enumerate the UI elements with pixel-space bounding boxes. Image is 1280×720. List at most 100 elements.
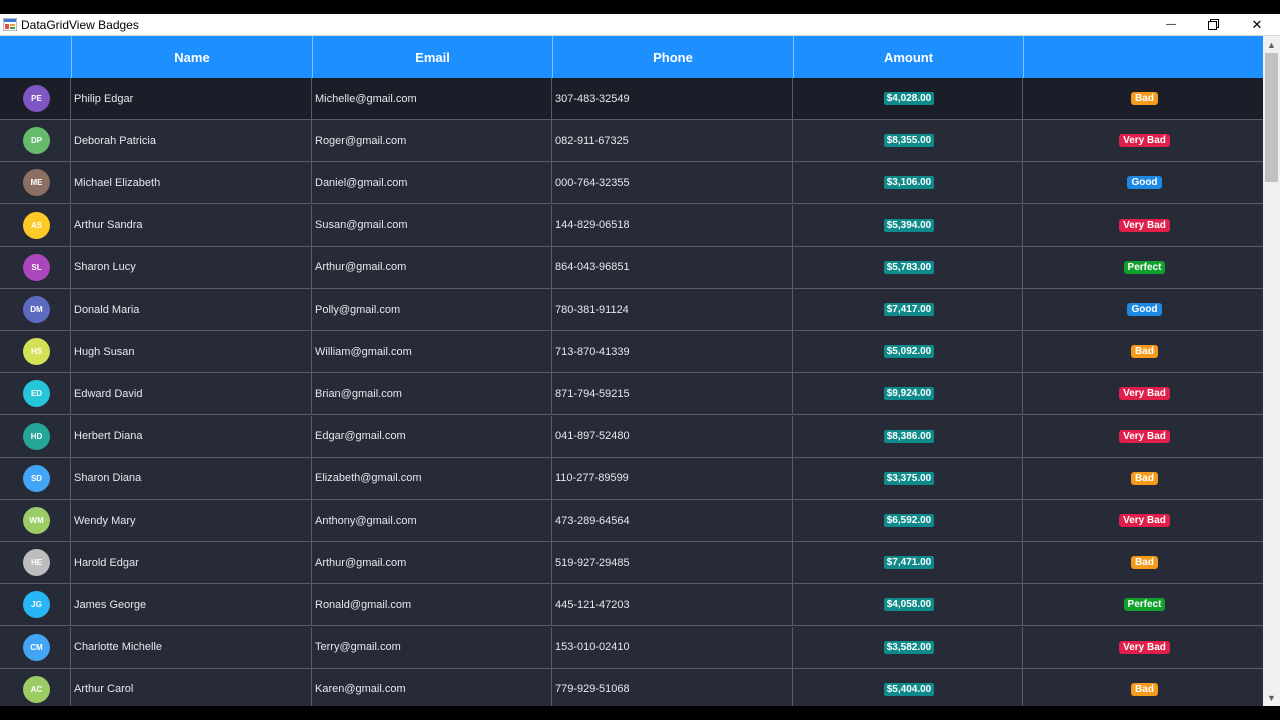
phone-cell[interactable]: 473-289-64564 (552, 500, 793, 541)
avatar-cell[interactable]: PE (0, 78, 71, 119)
phone-cell[interactable]: 780-381-91124 (552, 289, 793, 330)
name-cell[interactable]: Arthur Carol (71, 668, 312, 706)
amount-cell[interactable]: $9,924.00 (793, 373, 1023, 415)
table-row[interactable]: AC Arthur Carol Karen@gmail.com 779-929-510… (0, 668, 1263, 706)
scroll-down-button[interactable]: ▼ (1263, 689, 1280, 706)
email-cell[interactable]: William@gmail.com (312, 331, 552, 373)
table-row[interactable]: SD Sharon Diana Elizabeth@gmail.com 110-277… (0, 457, 1263, 500)
name-cell[interactable]: Donald Maria (71, 289, 312, 330)
amount-cell[interactable]: $5,394.00 (793, 204, 1023, 246)
status-cell[interactable]: Perfect (1023, 247, 1263, 288)
phone-cell[interactable]: 307-483-32549 (552, 78, 793, 119)
column-header-email[interactable]: Email (312, 36, 552, 78)
email-cell[interactable]: Ronald@gmail.com (312, 584, 552, 626)
email-cell[interactable]: Daniel@gmail.com (312, 162, 552, 204)
amount-cell[interactable]: $3,582.00 (793, 626, 1023, 668)
close-button[interactable]: ✕ (1236, 14, 1278, 35)
status-cell[interactable]: Very Bad (1023, 416, 1263, 457)
amount-cell[interactable]: $3,106.00 (793, 162, 1023, 204)
name-cell[interactable]: Philip Edgar (71, 78, 312, 119)
table-row[interactable]: SL Sharon Lucy Arthur@gmail.com 864-043-968… (0, 246, 1263, 289)
phone-cell[interactable]: 519-927-29485 (552, 542, 793, 584)
email-cell[interactable]: Arthur@gmail.com (312, 246, 552, 288)
avatar-cell[interactable]: WM (0, 500, 71, 541)
table-row[interactable]: HD Herbert Diana Edgar@gmail.com 041-897-52… (0, 415, 1263, 458)
column-header-amount[interactable]: Amount (793, 36, 1023, 78)
email-cell[interactable]: Edgar@gmail.com (312, 415, 552, 457)
amount-cell[interactable]: $4,028.00 (793, 78, 1023, 119)
phone-cell[interactable]: 871-794-59215 (552, 373, 793, 415)
phone-cell[interactable]: 864-043-96851 (552, 246, 793, 288)
email-cell[interactable]: Arthur@gmail.com (312, 542, 552, 584)
table-row[interactable]: DP Deborah Patricia Roger@gmail.com 082-911… (0, 120, 1263, 163)
table-row[interactable]: WM Wendy Mary Anthony@gmail.com 473-289-645… (0, 500, 1263, 542)
vertical-scrollbar[interactable]: ▲ ▼ (1263, 36, 1280, 706)
table-row[interactable]: ED Edward David Brian@gmail.com 871-794-592… (0, 373, 1263, 416)
amount-cell[interactable]: $7,417.00 (793, 289, 1023, 330)
amount-cell[interactable]: $5,092.00 (793, 331, 1023, 373)
avatar-cell[interactable]: DP (0, 120, 71, 162)
table-row[interactable]: HS Hugh Susan William@gmail.com 713-870-413… (0, 331, 1263, 374)
amount-cell[interactable]: $5,783.00 (793, 246, 1023, 288)
restore-button[interactable] (1192, 14, 1234, 35)
phone-cell[interactable]: 445-121-47203 (552, 584, 793, 626)
email-cell[interactable]: Susan@gmail.com (312, 204, 552, 246)
avatar-cell[interactable]: HS (0, 331, 71, 373)
name-cell[interactable]: Michael Elizabeth (71, 162, 312, 204)
amount-cell[interactable]: $3,375.00 (793, 457, 1023, 499)
minimize-button[interactable]: — (1150, 14, 1192, 35)
avatar-cell[interactable]: AC (0, 668, 71, 706)
status-cell[interactable]: Bad (1023, 669, 1263, 706)
name-cell[interactable]: Deborah Patricia (71, 120, 312, 162)
amount-cell[interactable]: $5,404.00 (793, 668, 1023, 706)
data-grid[interactable]: Name Email Phone Amount PE Philip Edgar Mi… (0, 36, 1263, 706)
avatar-cell[interactable]: SD (0, 457, 71, 499)
table-row[interactable]: DM Donald Maria Polly@gmail.com 780-381-911… (0, 289, 1263, 331)
email-cell[interactable]: Karen@gmail.com (312, 668, 552, 706)
name-cell[interactable]: Sharon Diana (71, 457, 312, 499)
name-cell[interactable]: Sharon Lucy (71, 246, 312, 288)
status-cell[interactable]: Bad (1023, 542, 1263, 583)
table-row[interactable]: CM Charlotte Michelle Terry@gmail.com 153-0… (0, 626, 1263, 669)
phone-cell[interactable]: 144-829-06518 (552, 204, 793, 246)
status-cell[interactable]: Very Bad (1023, 120, 1263, 161)
avatar-cell[interactable]: CM (0, 626, 71, 668)
status-cell[interactable]: Good (1023, 289, 1263, 330)
table-row[interactable]: AS Arthur Sandra Susan@gmail.com 144-829-06… (0, 204, 1263, 247)
avatar-cell[interactable]: JG (0, 584, 71, 626)
amount-cell[interactable]: $6,592.00 (793, 500, 1023, 541)
avatar-cell[interactable]: ED (0, 373, 71, 415)
phone-cell[interactable]: 000-764-32355 (552, 162, 793, 204)
email-cell[interactable]: Elizabeth@gmail.com (312, 457, 552, 499)
column-header-phone[interactable]: Phone (552, 36, 793, 78)
table-row[interactable]: HE Harold Edgar Arthur@gmail.com 519-927-29… (0, 542, 1263, 585)
name-cell[interactable]: James George (71, 584, 312, 626)
phone-cell[interactable]: 110-277-89599 (552, 457, 793, 499)
scroll-up-button[interactable]: ▲ (1263, 36, 1280, 53)
avatar-cell[interactable]: HE (0, 542, 71, 584)
amount-cell[interactable]: $7,471.00 (793, 542, 1023, 584)
avatar-cell[interactable]: ME (0, 162, 71, 204)
name-cell[interactable]: Arthur Sandra (71, 204, 312, 246)
name-cell[interactable]: Herbert Diana (71, 415, 312, 457)
email-cell[interactable]: Terry@gmail.com (312, 626, 552, 668)
status-cell[interactable]: Very Bad (1023, 627, 1263, 668)
status-cell[interactable]: Bad (1023, 331, 1263, 372)
name-cell[interactable]: Charlotte Michelle (71, 626, 312, 668)
status-cell[interactable]: Perfect (1023, 584, 1263, 625)
status-cell[interactable]: Bad (1023, 78, 1263, 119)
phone-cell[interactable]: 041-897-52480 (552, 415, 793, 457)
status-cell[interactable]: Very Bad (1023, 373, 1263, 414)
column-header-name[interactable]: Name (71, 36, 312, 78)
avatar-cell[interactable]: HD (0, 415, 71, 457)
amount-cell[interactable]: $4,058.00 (793, 584, 1023, 626)
column-header-avatar[interactable] (0, 36, 71, 78)
email-cell[interactable]: Michelle@gmail.com (312, 78, 552, 119)
amount-cell[interactable]: $8,386.00 (793, 415, 1023, 457)
email-cell[interactable]: Brian@gmail.com (312, 373, 552, 415)
name-cell[interactable]: Harold Edgar (71, 542, 312, 584)
amount-cell[interactable]: $8,355.00 (793, 120, 1023, 162)
table-row[interactable]: JG James George Ronald@gmail.com 445-121-47… (0, 584, 1263, 627)
phone-cell[interactable]: 082-911-67325 (552, 120, 793, 162)
email-cell[interactable]: Roger@gmail.com (312, 120, 552, 162)
